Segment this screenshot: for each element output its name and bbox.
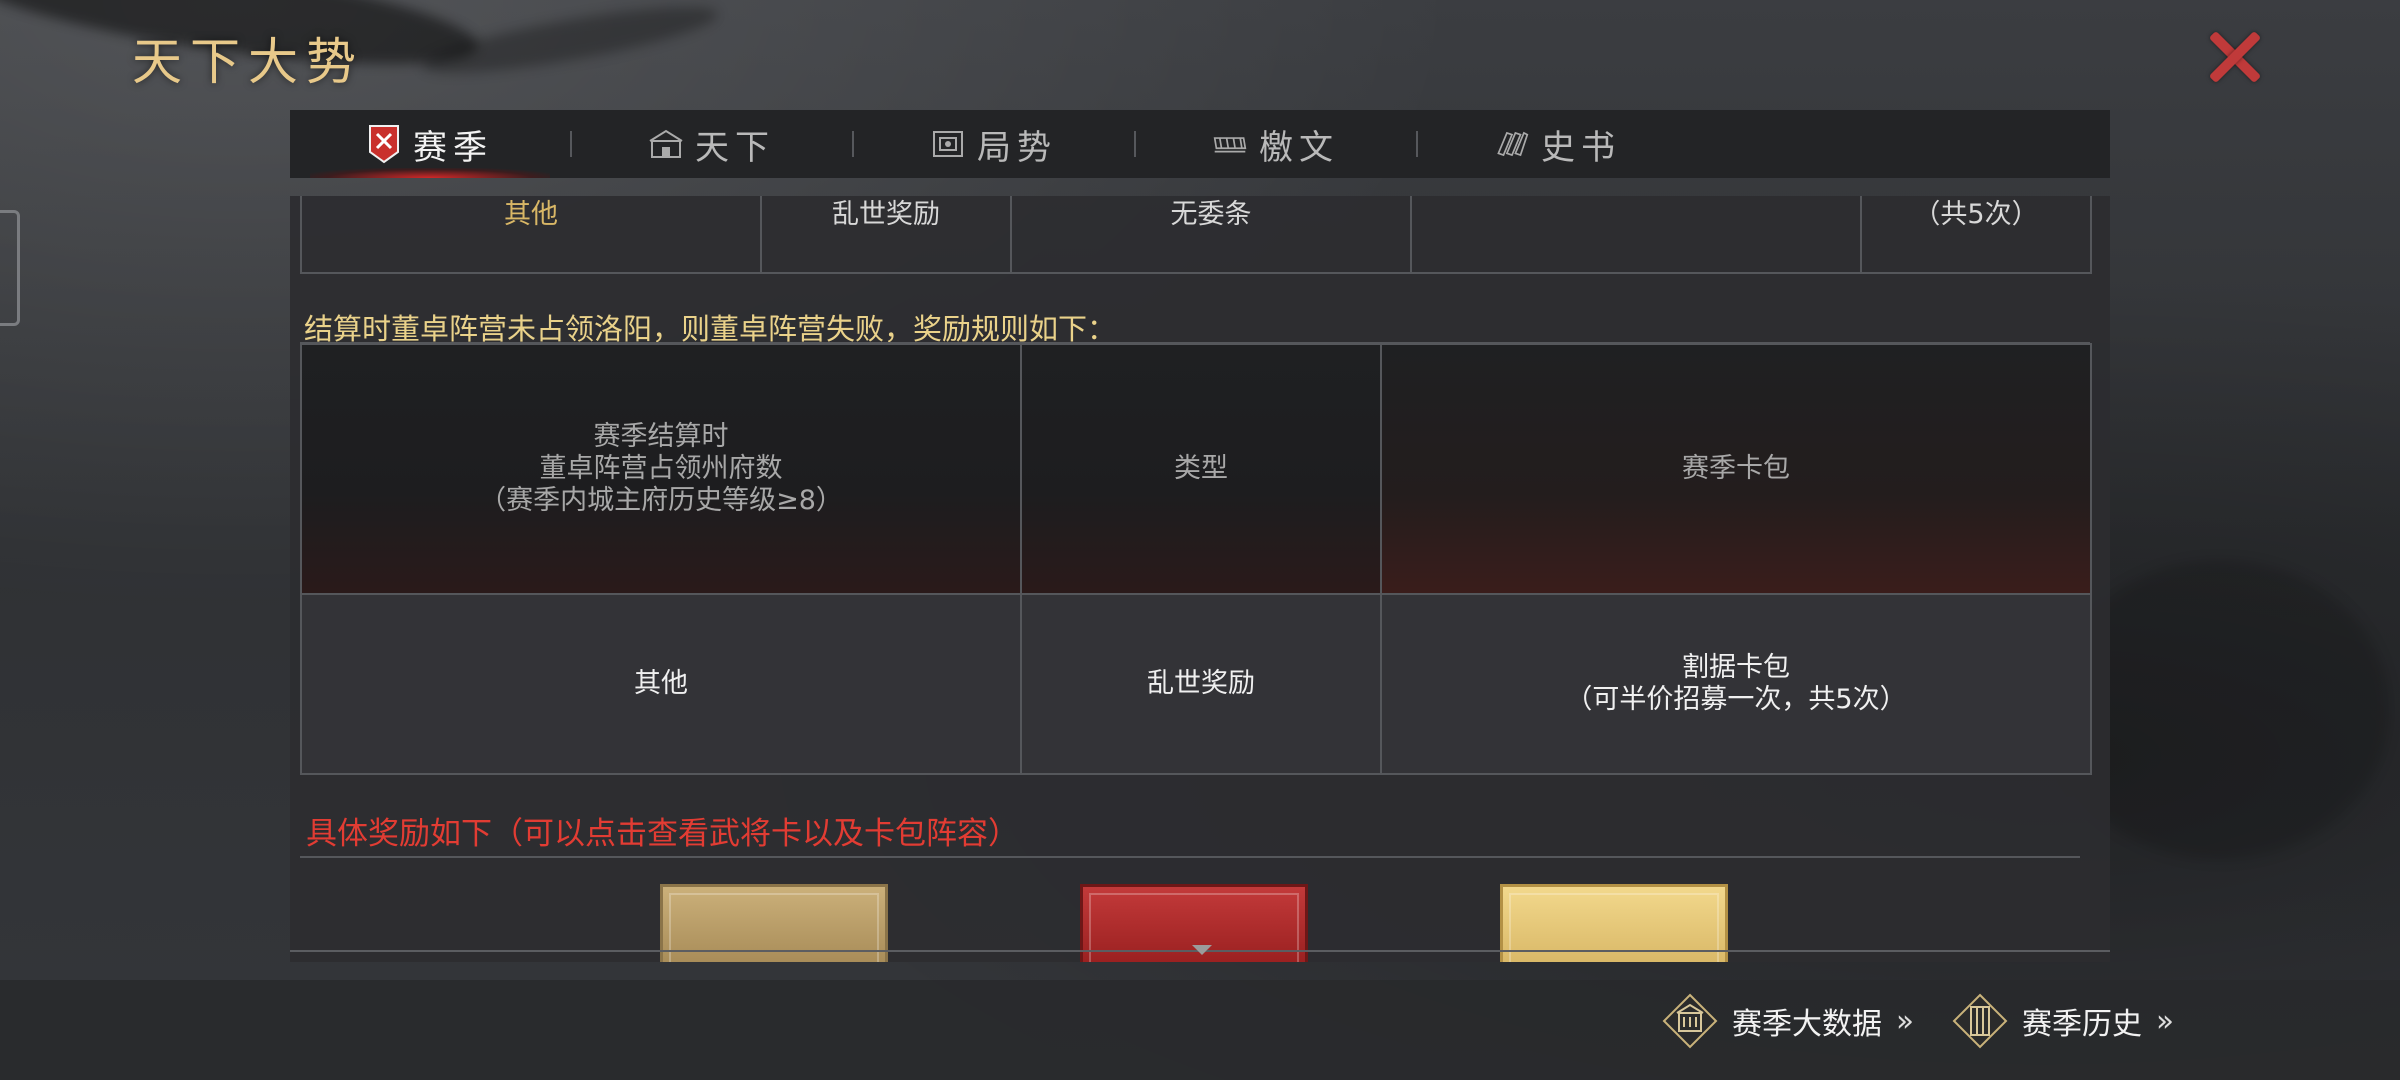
reward-note: 具体奖励如下（可以点击查看武将卡以及卡包阵容）	[306, 816, 1019, 852]
cell-line: （可半价招募一次，共5次）	[1565, 684, 1907, 715]
table-cell: 乱世奖励	[760, 196, 1012, 274]
reward-rules-table: 赛季结算时 董卓阵营占领州府数 （赛季内城主府历史等级≥8） 类型 赛季卡包 其…	[300, 343, 2092, 775]
divider	[300, 856, 2080, 858]
tab-label: 局势	[977, 127, 1057, 168]
scroll-down-indicator-icon	[1192, 945, 1212, 955]
table-cell: 割据卡包 （可半价招募一次，共5次）	[1380, 593, 2092, 775]
table-header-row: 赛季结算时 董卓阵营占领州府数 （赛季内城主府历史等级≥8） 类型 赛季卡包	[300, 343, 2092, 595]
table-cell: 无委条	[1010, 196, 1412, 274]
tab-label: 赛季	[413, 127, 493, 168]
header-line: 赛季卡包	[1682, 453, 1790, 484]
books-icon	[1495, 127, 1529, 161]
top-partial-table: 其他 乱世奖励 无委条 （共5次）	[300, 196, 2092, 274]
header-type: 类型	[1020, 343, 1382, 595]
header-line: 董卓阵营占领州府数	[539, 453, 783, 484]
tab-situation[interactable]: 局势	[854, 110, 1134, 178]
table-cell: 乱世奖励	[1020, 593, 1382, 775]
table-cell: 其他	[300, 196, 762, 274]
header-occupied-cities: 赛季结算时 董卓阵营占领州府数 （赛季内城主府历史等级≥8）	[300, 343, 1022, 595]
table-cell	[1410, 196, 1862, 274]
header-line: 类型	[1174, 453, 1228, 484]
left-edge-handle[interactable]	[0, 210, 20, 326]
season-banner-icon	[367, 125, 401, 164]
stats-building-icon	[1662, 993, 1718, 1049]
content-panel[interactable]: 其他 乱世奖励 无委条 （共5次） 结算时董卓阵营未占领洛阳，则董卓阵营失败，奖…	[290, 196, 2110, 962]
season-history-button[interactable]: 赛季历史 ››	[1952, 990, 2174, 1052]
city-gate-icon	[649, 127, 683, 161]
tab-history-book[interactable]: 史书	[1418, 110, 1698, 178]
season-data-label: 赛季大数据	[1732, 1007, 1882, 1042]
header-line: 赛季结算时	[593, 421, 729, 452]
table-cell: 其他	[300, 593, 1022, 775]
ink-brush-decoration	[418, 0, 722, 86]
cell-line: 割据卡包	[1682, 652, 1790, 683]
tab-proclamation[interactable]: 檄文	[1136, 110, 1416, 178]
table-cell: （共5次）	[1860, 196, 2092, 274]
tab-bar: 赛季 天下 局势 檄文 史书	[290, 110, 2110, 178]
window-title: 天下大势	[132, 33, 364, 91]
tab-label: 史书	[1541, 127, 1621, 168]
season-history-label: 赛季历史	[2022, 1007, 2142, 1042]
double-chevron-right-icon: ››	[2156, 1003, 2174, 1039]
close-button[interactable]	[2200, 22, 2270, 92]
tab-world[interactable]: 天下	[572, 110, 852, 178]
cell-line: 乱世奖励	[1147, 668, 1255, 699]
tab-label: 天下	[695, 127, 775, 168]
season-data-button[interactable]: 赛季大数据 ››	[1662, 990, 1914, 1052]
table-row: 其他 乱世奖励 无委条 （共5次）	[300, 196, 2092, 274]
tab-season[interactable]: 赛季	[290, 110, 570, 178]
history-scroll-icon	[1952, 993, 2008, 1049]
table-row: 其他 乱世奖励 割据卡包 （可半价招募一次，共5次）	[300, 593, 2092, 775]
header-season-pack: 赛季卡包	[1380, 343, 2092, 595]
scroll-frame-icon	[931, 127, 965, 161]
double-chevron-right-icon: ››	[1896, 1003, 1914, 1039]
bamboo-slips-icon	[1213, 127, 1247, 161]
tab-label: 檄文	[1259, 127, 1339, 168]
header-line: （赛季内城主府历史等级≥8）	[479, 485, 843, 516]
cell-line: 其他	[634, 668, 688, 699]
